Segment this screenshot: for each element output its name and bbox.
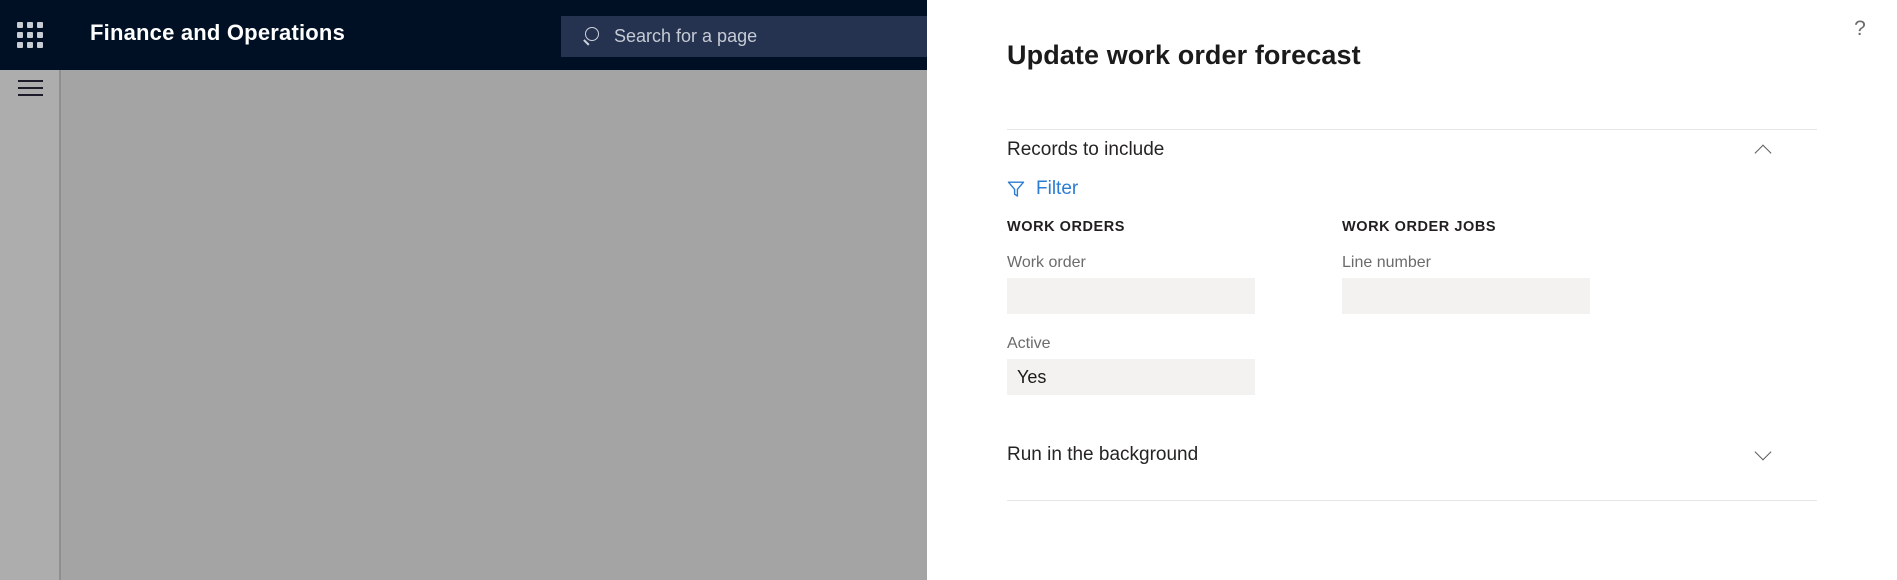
- field-label-active: Active: [1007, 335, 1051, 352]
- filter-button[interactable]: Filter: [1007, 175, 1078, 203]
- column-heading-work-orders: WORK ORDERS: [1007, 219, 1126, 235]
- hamburger-menu-icon[interactable]: [18, 80, 43, 98]
- field-line-number: Line number: [1342, 254, 1590, 314]
- navigation-rail: [0, 70, 59, 580]
- grid-dot: [27, 32, 33, 38]
- field-active: Active: [1007, 335, 1255, 395]
- grid-dot: [37, 22, 43, 28]
- search-input[interactable]: Search for a page: [614, 26, 757, 47]
- grid-dot: [17, 42, 23, 48]
- search-box[interactable]: Search for a page: [561, 16, 927, 57]
- section-title: Records to include: [1007, 139, 1165, 160]
- field-label-line-number: Line number: [1342, 254, 1431, 271]
- chevron-up-icon[interactable]: [1753, 139, 1775, 161]
- column-heading-work-order-jobs: WORK ORDER JOBS: [1342, 219, 1497, 235]
- work-order-input[interactable]: [1007, 278, 1255, 314]
- column-work-order-jobs: WORK ORDER JOBS Line number: [1342, 219, 1590, 335]
- divider: [1007, 500, 1817, 501]
- app-root: Finance and Operations Search for a page…: [0, 0, 1897, 580]
- hamburger-line: [18, 80, 43, 82]
- field-work-order: Work order: [1007, 254, 1255, 314]
- active-input[interactable]: [1007, 359, 1255, 395]
- background-application: Finance and Operations Search for a page: [0, 0, 927, 580]
- column-work-orders: WORK ORDERS Work order Active: [1007, 219, 1255, 416]
- grid-dot: [37, 32, 43, 38]
- page-title: Update work order forecast: [1007, 40, 1361, 70]
- app-title: Finance and Operations: [90, 20, 346, 45]
- section-header-records-to-include[interactable]: Records to include: [1007, 123, 1817, 177]
- chevron-down-icon[interactable]: [1753, 444, 1775, 466]
- hamburger-line: [18, 94, 43, 96]
- search-icon: [583, 27, 602, 46]
- line-number-input[interactable]: [1342, 278, 1590, 314]
- grid-dot: [37, 42, 43, 48]
- filter-funnel-icon: [1007, 180, 1025, 198]
- grid-dot: [17, 32, 23, 38]
- section-header-run-in-the-background[interactable]: Run in the background: [1007, 428, 1817, 482]
- filter-label: Filter: [1036, 178, 1079, 199]
- update-work-order-forecast-dialog: ? Update work order forecast Records to …: [927, 0, 1897, 580]
- help-icon[interactable]: ?: [1843, 12, 1877, 46]
- grid-dot: [17, 22, 23, 28]
- field-label-work-order: Work order: [1007, 254, 1086, 271]
- page-canvas: [61, 70, 927, 580]
- grid-dot: [27, 42, 33, 48]
- section-title: Run in the background: [1007, 444, 1199, 465]
- hamburger-line: [18, 87, 43, 89]
- grid-dot: [27, 22, 33, 28]
- top-navigation-bar: Finance and Operations Search for a page: [0, 0, 927, 70]
- app-launcher-grid-icon[interactable]: [17, 22, 47, 50]
